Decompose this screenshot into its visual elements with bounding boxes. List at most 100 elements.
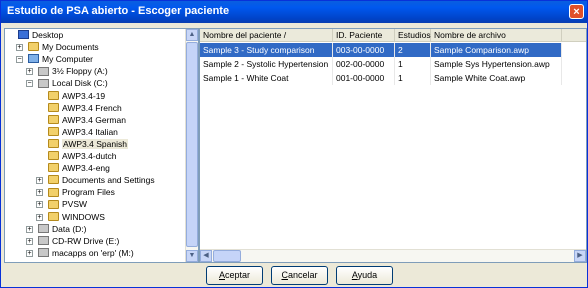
computer-icon (28, 54, 39, 64)
column-header-file-name[interactable]: Nombre de archivo (431, 29, 562, 42)
folder-icon (48, 175, 59, 185)
tree-expander[interactable]: + (36, 177, 43, 185)
tree-item-label: Desktop (32, 30, 64, 40)
tree-expander[interactable]: + (26, 68, 33, 76)
column-header-filler (562, 29, 586, 42)
dialog-title: Estudio de PSA abierto - Escoger pacient… (7, 5, 230, 17)
tree-item-label: AWP3.4 Spanish (62, 138, 128, 149)
table-cell: 002-00-0000 (333, 57, 395, 71)
folder-icon (48, 163, 59, 173)
scroll-down-button[interactable]: ▼ (186, 250, 198, 262)
scroll-left-button[interactable]: ◀ (200, 250, 212, 262)
table-row[interactable]: Sample 3 - Study comparison 003-00-0000 2 S… (200, 43, 562, 57)
tree-item[interactable]: AWP3.4 German (48, 115, 126, 126)
column-header-patient-name[interactable]: Nombre del paciente / (200, 29, 333, 42)
tree-item-label: WINDOWS (62, 211, 105, 222)
folder-icon (48, 114, 59, 124)
tree-item[interactable]: PVSW (48, 199, 87, 210)
folder-tree[interactable]: Desktop + My Documents − My Computer +3½ Flop… (4, 28, 199, 263)
hard-drive-icon (38, 223, 49, 233)
tree-item[interactable]: AWP3.4 Spanish (48, 138, 128, 150)
patient-list[interactable]: Nombre del paciente / ID. Paciente Estud… (199, 28, 587, 263)
tree-expander[interactable]: − (26, 80, 33, 88)
tree-expander[interactable]: + (26, 225, 33, 233)
table-cell: 1 (395, 71, 431, 85)
table-cell: 1 (395, 57, 431, 71)
tree-item[interactable]: My Documents (28, 42, 99, 53)
tree-item[interactable]: 3½ Floppy (A:) (38, 66, 108, 77)
tree-item[interactable]: Documents and Settings (48, 175, 155, 186)
hard-drive-icon (38, 78, 49, 88)
tree-item[interactable]: Program Files (48, 187, 115, 198)
table-row[interactable]: Sample 2 - Systolic Hypertension 002-00-0… (200, 57, 562, 71)
tree-item[interactable]: Data (D:) (38, 224, 86, 235)
table-cell: Sample Comparison.awp (431, 43, 562, 57)
tree-expander[interactable]: + (26, 237, 33, 245)
tree-vertical-scrollbar[interactable]: ▲ ▼ (185, 29, 198, 262)
tree-item[interactable]: AWP3.4-dutch (48, 151, 117, 162)
tree-expander[interactable]: + (16, 44, 23, 52)
tree-item-label: My Documents (42, 42, 99, 53)
patient-picker-dialog: Estudio de PSA abierto - Escoger pacient… (0, 0, 588, 288)
table-cell: Sample Sys Hypertension.awp (431, 57, 562, 71)
tree-item-label: 3½ Floppy (A:) (52, 66, 108, 77)
column-header-patient-id[interactable]: ID. Paciente (333, 29, 395, 42)
tree-expander[interactable]: − (16, 56, 23, 64)
column-header-studies[interactable]: Estudios (395, 29, 431, 42)
tree-item-label: AWP3.4 French (62, 102, 122, 113)
tree-expander[interactable]: + (36, 189, 43, 197)
scroll-up-button[interactable]: ▲ (186, 29, 198, 41)
tree-item-label: Local Disk (C:) (52, 78, 108, 89)
tree-scroll-thumb[interactable] (186, 42, 198, 247)
tree-item[interactable]: AWP3.4-19 (48, 91, 105, 102)
table-cell: Sample 3 - Study comparison (200, 43, 333, 57)
tree-item-label: AWP3.4-eng (62, 163, 110, 174)
accept-button[interactable]: Aceptar (206, 266, 263, 285)
tree-item[interactable]: CD-RW Drive (E:) (38, 236, 119, 247)
tree-item[interactable]: AWP3.4 Italian (48, 127, 118, 138)
tree-item[interactable]: WINDOWS (48, 212, 105, 223)
tree-item-label: Program Files (62, 187, 115, 198)
close-button[interactable]: × (569, 4, 584, 19)
cd-drive-icon (38, 235, 49, 245)
tree-item-label: My Computer (42, 54, 94, 65)
folder-open-icon (48, 139, 59, 149)
title-bar: Estudio de PSA abierto - Escoger pacient… (1, 1, 587, 23)
tree-item[interactable]: AWP3.4 French (48, 103, 122, 114)
tree-item-label: Documents and Settings (62, 175, 155, 186)
tree-item-label: AWP3.4-19 (62, 90, 106, 101)
folder-icon (48, 90, 59, 100)
tree-item-label: CD-RW Drive (E:) (52, 235, 120, 246)
folder-icon (48, 102, 59, 112)
tree-item-label: AWP3.4 German (62, 114, 126, 125)
tree-item-label: AWP3.4-dutch (62, 151, 117, 161)
list-horizontal-scrollbar[interactable]: ◀ ▶ (200, 249, 586, 262)
folder-icon (48, 187, 59, 197)
tree-item-label: Data (D:) (52, 223, 87, 234)
tree-expander[interactable]: + (26, 249, 33, 257)
tree-expander[interactable]: + (36, 213, 43, 221)
scroll-right-button[interactable]: ▶ (574, 250, 586, 262)
tree-item[interactable]: AWP3.4-eng (48, 163, 110, 174)
tree-expander[interactable]: + (36, 201, 43, 209)
tree-item[interactable]: Local Disk (C:) (38, 78, 108, 89)
tree-item-label: macapps on 'erp' (M:) (52, 247, 134, 258)
help-label: yuda (357, 270, 378, 280)
table-row[interactable]: Sample 1 - White Coat 001-00-0000 1 Sample … (200, 71, 562, 85)
cancel-button[interactable]: Cancelar (271, 266, 328, 285)
table-cell: 2 (395, 43, 431, 57)
folder-icon (48, 211, 59, 221)
list-scroll-thumb[interactable] (213, 250, 241, 262)
table-cell: Sample 2 - Systolic Hypertension (200, 57, 333, 71)
table-cell: Sample White Coat.awp (431, 71, 562, 85)
help-button[interactable]: Ayuda (336, 266, 393, 285)
tree-item-label: AWP3.4 Italian (62, 126, 118, 137)
folder-icon (48, 199, 59, 209)
tree-item[interactable]: Desktop (18, 30, 63, 41)
accept-label: ceptar (225, 270, 251, 280)
table-cell: 001-00-0000 (333, 71, 395, 85)
tree-item[interactable]: My Computer (28, 54, 93, 65)
folder-icon (28, 42, 39, 52)
tree-item[interactable]: macapps on 'erp' (M:) (38, 248, 134, 259)
table-cell: 003-00-0000 (333, 43, 395, 57)
